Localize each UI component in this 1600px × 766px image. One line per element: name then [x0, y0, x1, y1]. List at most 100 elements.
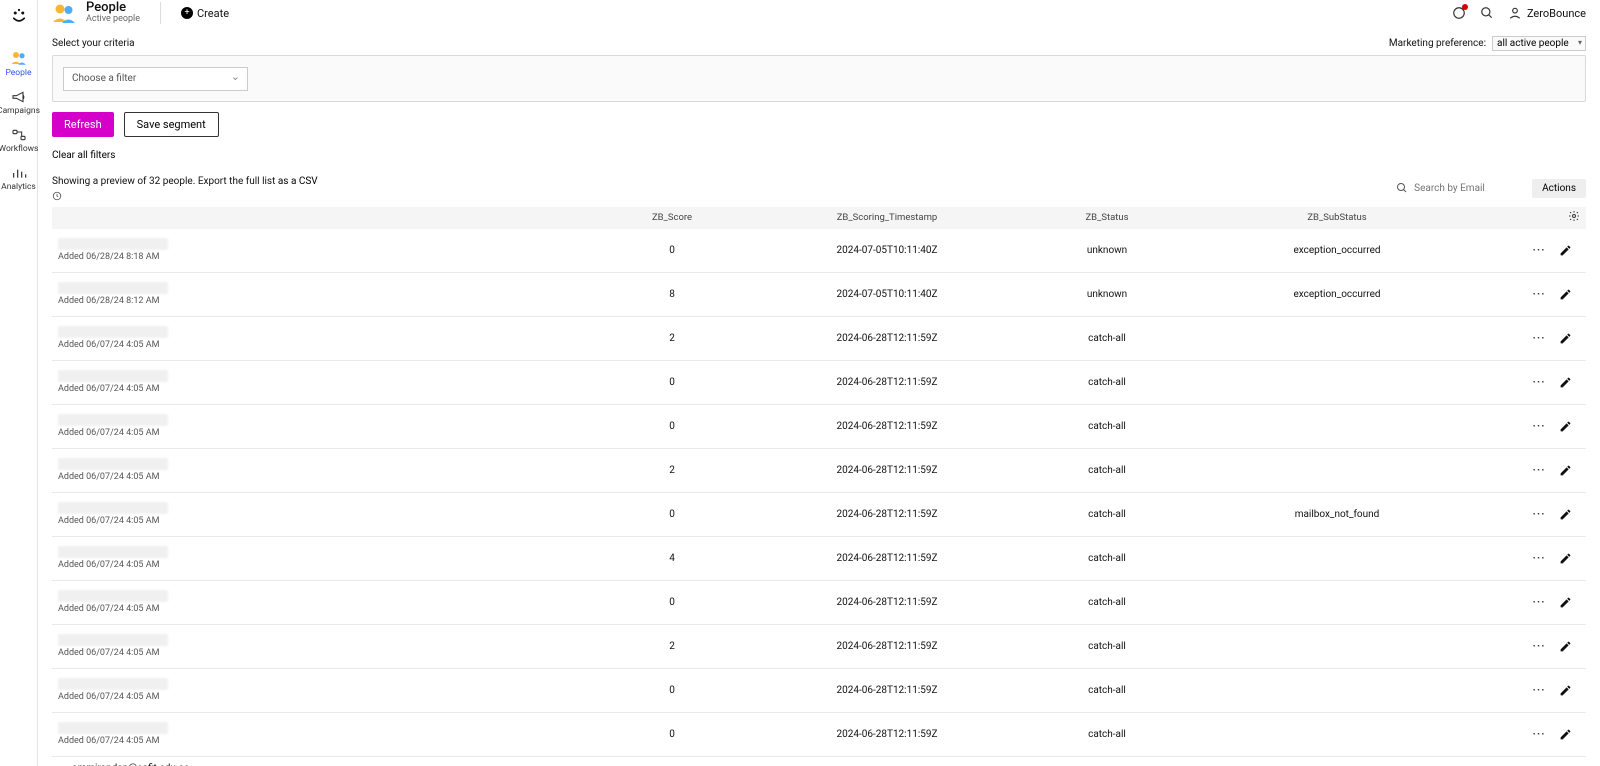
person-email-redacted [58, 282, 168, 294]
account-label: ZeroBounce [1527, 7, 1586, 20]
edit-icon[interactable] [1559, 420, 1572, 433]
edit-icon[interactable] [1559, 464, 1572, 477]
cell-status: catch-all [1002, 641, 1212, 652]
col-substatus[interactable]: ZB_SubStatus [1212, 212, 1462, 223]
cell-status: catch-all [1002, 553, 1212, 564]
table-row[interactable]: Added 06/07/24 4:05 AM 2 2024-06-28T12:1… [52, 625, 1586, 669]
cell-status: catch-all [1002, 685, 1212, 696]
cell-timestamp: 2024-07-05T10:11:40Z [772, 289, 1002, 300]
table-row[interactable]: Added 06/28/24 8:18 AM 0 2024-07-05T10:1… [52, 229, 1586, 273]
more-icon[interactable]: ⋯ [1532, 507, 1545, 522]
table-row[interactable]: Added 06/07/24 4:05 AM 2 2024-06-28T12:1… [52, 449, 1586, 493]
added-timestamp: Added 06/07/24 4:05 AM [58, 516, 572, 526]
table-search[interactable] [1396, 182, 1524, 194]
clock-icon[interactable] [52, 191, 318, 201]
cell-timestamp: 2024-06-28T12:11:59Z [772, 421, 1002, 432]
more-icon[interactable]: ⋯ [1532, 419, 1545, 434]
marketing-pref-label: Marketing preference: [1389, 38, 1486, 49]
more-icon[interactable]: ⋯ [1532, 551, 1545, 566]
notifications-icon[interactable] [1452, 6, 1466, 20]
sidebar-item-workflows[interactable]: Workflows [0, 122, 37, 160]
cell-score: 2 [572, 641, 772, 652]
table-row[interactable]: Added 06/07/24 4:05 AM 0 2024-06-28T12:1… [52, 361, 1586, 405]
refresh-button[interactable]: Refresh [52, 112, 114, 137]
added-timestamp: Added 06/07/24 4:05 AM [58, 428, 572, 438]
person-email-redacted [58, 678, 168, 690]
cell-timestamp: 2024-06-28T12:11:59Z [772, 333, 1002, 344]
person-email-redacted [58, 546, 168, 558]
more-icon[interactable]: ⋯ [1532, 463, 1545, 478]
table-row[interactable]: Added 06/28/24 8:12 AM 8 2024-07-05T10:1… [52, 273, 1586, 317]
cell-timestamp: 2024-06-28T12:11:59Z [772, 685, 1002, 696]
sidebar-item-label: Campaigns [0, 106, 40, 116]
clear-filters-link[interactable]: Clear all filters [52, 150, 115, 161]
cell-status: catch-all [1002, 465, 1212, 476]
sidebar-item-people[interactable]: People [0, 44, 37, 84]
table-row[interactable]: Added 06/07/24 4:05 AM 0 2024-06-28T12:1… [52, 405, 1586, 449]
filter-select[interactable]: Choose a filter [63, 67, 248, 91]
actions-button[interactable]: Actions [1532, 179, 1586, 198]
edit-icon[interactable] [1559, 508, 1572, 521]
more-icon[interactable]: ⋯ [1532, 375, 1545, 390]
col-score[interactable]: ZB_Score [572, 212, 772, 223]
table-row[interactable]: Added 06/07/24 4:05 AM 2 2024-06-28T12:1… [52, 317, 1586, 361]
save-segment-button[interactable]: Save segment [124, 112, 219, 137]
account-menu[interactable]: ZeroBounce [1508, 6, 1586, 20]
table-row[interactable]: Added 06/07/24 4:05 AM 0 2024-06-28T12:1… [52, 493, 1586, 537]
search-icon[interactable] [1480, 6, 1494, 20]
more-icon[interactable]: ⋯ [1532, 595, 1545, 610]
divider [160, 2, 161, 24]
table-row[interactable]: Added 06/07/24 4:05 AM 0 2024-06-28T12:1… [52, 581, 1586, 625]
cell-timestamp: 2024-06-28T12:11:59Z [772, 553, 1002, 564]
megaphone-icon [11, 90, 27, 104]
col-status[interactable]: ZB_Status [1002, 212, 1212, 223]
more-icon[interactable]: ⋯ [1532, 243, 1545, 258]
cell-score: 0 [572, 245, 772, 256]
cell-score: 2 [572, 465, 772, 476]
more-icon[interactable]: ⋯ [1532, 639, 1545, 654]
criteria-label: Select your criteria [52, 38, 135, 49]
more-icon[interactable]: ⋯ [1532, 683, 1545, 698]
col-timestamp[interactable]: ZB_Scoring_Timestamp [772, 212, 1002, 223]
search-input[interactable] [1414, 183, 1524, 194]
sidebar-item-analytics[interactable]: Analytics [0, 160, 37, 198]
plus-circle-icon: + [181, 7, 193, 19]
create-button[interactable]: + Create [181, 7, 229, 20]
cell-score: 2 [572, 333, 772, 344]
people-table: ZB_Score ZB_Scoring_Timestamp ZB_Status … [52, 207, 1586, 766]
edit-icon[interactable] [1559, 640, 1572, 653]
edit-icon[interactable] [1559, 684, 1572, 697]
more-icon[interactable]: ⋯ [1532, 331, 1545, 346]
added-timestamp: Added 06/07/24 4:05 AM [58, 736, 572, 746]
cell-timestamp: 2024-06-28T12:11:59Z [772, 597, 1002, 608]
app-logo-icon[interactable] [9, 6, 29, 26]
more-icon[interactable]: ⋯ [1532, 727, 1545, 742]
table-row[interactable]: Added 06/07/24 4:05 AM 0 2024-06-28T12:1… [52, 669, 1586, 713]
sidebar-item-campaigns[interactable]: Campaigns [0, 84, 37, 122]
cell-score: 0 [572, 421, 772, 432]
cell-score: 0 [572, 685, 772, 696]
last-visible-email[interactable]: ammirandap@eafit.edu.co [52, 757, 1586, 766]
table-row[interactable]: Added 06/07/24 4:05 AM 0 2024-06-28T12:1… [52, 713, 1586, 757]
edit-icon[interactable] [1559, 552, 1572, 565]
more-icon[interactable]: ⋯ [1532, 287, 1545, 302]
page-title: People [86, 1, 140, 15]
cell-timestamp: 2024-06-28T12:11:59Z [772, 465, 1002, 476]
added-timestamp: Added 06/07/24 4:05 AM [58, 340, 572, 350]
edit-icon[interactable] [1559, 596, 1572, 609]
edit-icon[interactable] [1559, 728, 1572, 741]
cell-status: catch-all [1002, 377, 1212, 388]
left-sidebar: People Campaigns Workflows Analytics [0, 0, 38, 766]
export-csv-link[interactable]: as a CSV [278, 176, 318, 187]
marketing-pref-select[interactable]: all active people [1492, 36, 1586, 51]
edit-icon[interactable] [1559, 332, 1572, 345]
cell-substatus: mailbox_not_found [1212, 509, 1462, 520]
cell-status: catch-all [1002, 509, 1212, 520]
edit-icon[interactable] [1559, 376, 1572, 389]
table-row[interactable]: Added 06/07/24 4:05 AM 4 2024-06-28T12:1… [52, 537, 1586, 581]
person-email-redacted [58, 238, 168, 250]
topbar: People Active people + Create ZeroBounce [38, 0, 1600, 30]
edit-icon[interactable] [1559, 244, 1572, 257]
table-settings-icon[interactable] [1568, 210, 1580, 222]
edit-icon[interactable] [1559, 288, 1572, 301]
